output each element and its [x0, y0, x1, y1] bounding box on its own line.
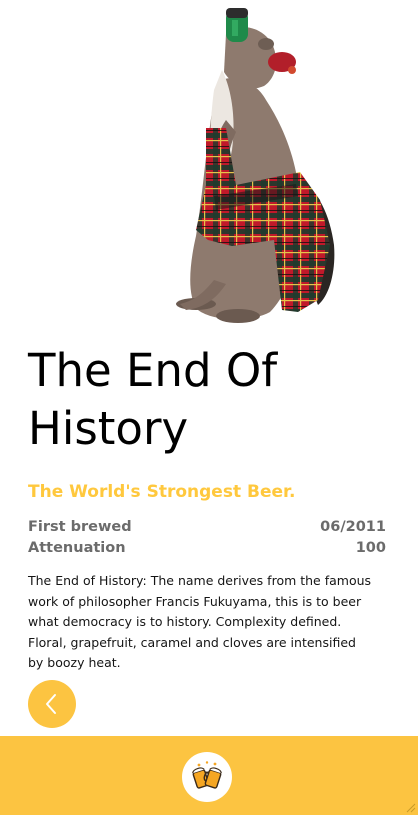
stat-value: 100 [355, 540, 386, 556]
stat-label: First brewed [28, 519, 132, 535]
beer-stats: First brewed 06/2011 Attenuation 100 [28, 517, 386, 559]
resize-grip-icon[interactable] [404, 801, 416, 813]
beer-mugs-cheers-icon [192, 761, 222, 789]
footer-bar [0, 736, 418, 815]
footer-logo-button[interactable] [182, 752, 232, 802]
beer-description: The End of History: The name derives fro… [28, 573, 372, 670]
beer-tagline: The World's Strongest Beer. [28, 482, 296, 502]
back-button[interactable] [28, 680, 76, 728]
stat-row-attenuation: Attenuation 100 [28, 538, 386, 559]
stat-value: 06/2011 [320, 519, 386, 535]
stat-label: Attenuation [28, 540, 126, 556]
beer-illustration [176, 8, 335, 323]
chevron-left-icon [46, 694, 56, 714]
beer-name: The End Of History [28, 344, 278, 455]
stat-row-first-brewed: First brewed 06/2011 [28, 517, 386, 538]
